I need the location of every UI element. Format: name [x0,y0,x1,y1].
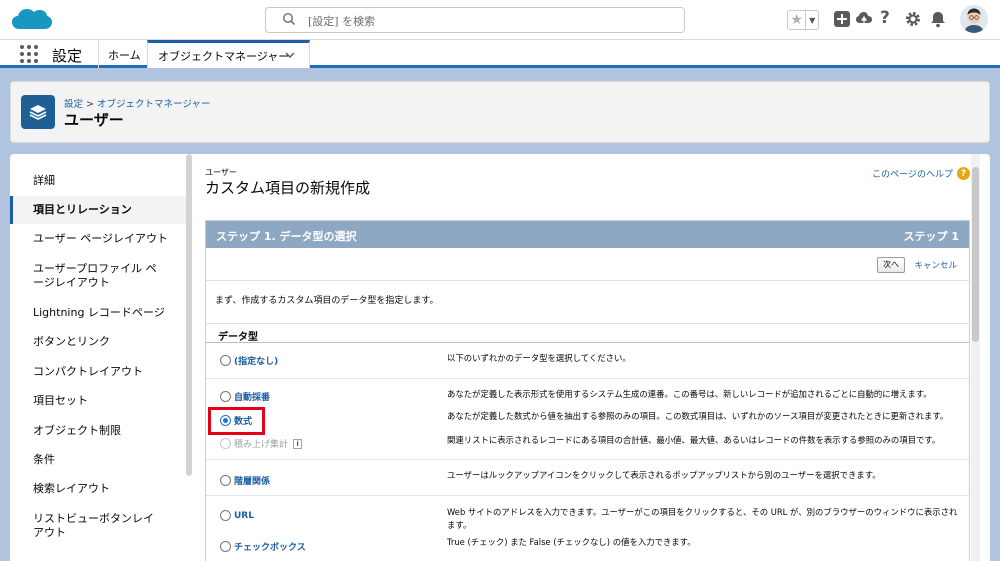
new-field-form: ステップ 1. データ型の選択 ステップ 1 次へ キャンセル まず、作成するカ… [205,220,970,561]
scrollbar-thumb[interactable] [972,167,979,342]
app-launcher-icon[interactable] [20,45,38,63]
radio-button[interactable] [220,355,231,366]
option-label: 積み上げ集計 [234,440,289,450]
highlight-box [208,407,265,435]
option-description: ユーザーはルックアップアイコンをクリックして表示されるポップアップリストから別の… [447,470,881,480]
favorites-button[interactable]: ★ ▼ [787,10,819,30]
star-icon[interactable]: ★ [788,11,807,29]
avatar[interactable] [960,5,988,33]
option-description: 関連リストに表示されるレコードにある項目の合計値、最小値、最大値、あるいはレコー… [447,435,941,445]
trailhead-icon[interactable] [855,10,873,28]
option-description: あなたが定義した表示形式を使用するシステム生成の連番。この番号は、新しいレコード… [447,389,932,399]
layers-icon [21,95,55,129]
sidebar-item-compact-layouts[interactable]: コンパクトレイアウト [10,365,186,379]
option-label: URL [234,510,254,521]
radio-option-url[interactable]: URL [220,510,254,521]
step-title: ステップ 1. データ型の選択 [216,230,357,243]
main-panel: 詳細 項目とリレーション ユーザー ページレイアウト ユーザープロファイル ペー… [10,154,990,561]
search-input[interactable]: [設定] を検索 [308,13,375,29]
radio-option-hierarchy[interactable]: 階層関係 [220,474,270,487]
global-header: [設定] を検索 ★ ▼ ? [0,0,1000,40]
radio-button-disabled [220,438,231,449]
breadcrumb: 設定 > オブジェクトマネージャー [64,96,210,110]
sidebar-item-conditions[interactable]: 条件 [10,453,186,467]
sidebar-item-field-sets[interactable]: 項目セット [10,394,186,408]
sidebar-item-fields[interactable]: 項目とリレーション [10,196,186,224]
radio-option-checkbox[interactable]: チェックボックス [220,540,306,553]
app-name: 設定 [52,47,83,65]
option-description: あなたが定義した数式から値を抽出する参照のみの項目。この数式項目は、いずれかのソ… [447,411,949,421]
list-item: 自動採番 あなたが定義した表示形式を使用するシステム生成の連番。この番号は、新し… [206,379,969,460]
tab-home[interactable]: ホーム [108,47,141,63]
radio-button[interactable] [220,510,231,521]
sidebar-item-object-limits[interactable]: オブジェクト制限 [10,424,186,438]
help-link[interactable]: このページのヘルプ ? [872,167,970,180]
sidebar-scrollbar[interactable] [186,154,192,476]
button-row: 次へ キャンセル [206,248,969,281]
global-actions-icon[interactable] [833,10,851,28]
content-area: ユーザー カスタム項目の新規作成 このページのヘルプ ? ステップ 1. データ… [205,154,970,561]
help-icon[interactable]: ? [880,8,898,28]
content-title: カスタム項目の新規作成 [205,179,371,197]
app-navigation: 設定 ホーム オブジェクトマネージャー [0,40,1000,68]
option-description: True (チェック) また False (チェックなし) の値を入力できます。 [447,537,696,547]
sidebar-item-lightning-record-pages[interactable]: Lightning レコードページ [10,306,186,320]
object-header: 設定 > オブジェクトマネージャー ユーザー [10,81,990,143]
step-number: ステップ 1 [903,230,959,243]
option-description: 以下のいずれかのデータ型を選択してください。 [447,353,631,363]
next-button[interactable]: 次へ [877,257,905,273]
list-item: URL Web サイトのアドレスを入力できます。ユーザーがこの項目をクリックする… [206,496,969,561]
sidebar: 詳細 項目とリレーション ユーザー ページレイアウト ユーザープロファイル ペー… [10,154,186,561]
radio-option-rollup: 積み上げ集計 i [220,437,303,450]
page-title: ユーザー [64,111,124,129]
option-label: チェックボックス [234,543,306,553]
chevron-down-icon[interactable] [285,51,295,59]
bell-icon[interactable] [929,10,947,28]
radio-option-autonumber[interactable]: 自動採番 [220,390,270,403]
question-icon[interactable]: ? [957,167,970,180]
list-item: (指定なし) 以下のいずれかのデータ型を選択してください。 [206,343,969,379]
chevron-down-icon[interactable]: ▼ [806,11,818,29]
sidebar-item-buttons-links[interactable]: ボタンとリンク [10,335,186,349]
nav-divider [98,40,99,68]
global-search[interactable]: [設定] を検索 [265,7,685,33]
sidebar-item-profile-page-layouts[interactable]: ユーザープロファイル ページレイアウト [10,262,160,290]
help-link-label[interactable]: このページのヘルプ [872,167,953,180]
info-icon[interactable]: i [293,438,303,449]
radio-button[interactable] [220,391,231,402]
option-label: (指定なし) [234,357,279,367]
intro-text: まず、作成するカスタム項目のデータ型を指定します。 [215,296,439,306]
sidebar-item-list-view-buttons[interactable]: リストビューボタンレイアウト [10,512,160,540]
content-scrollbar[interactable] [971,154,980,561]
radio-button[interactable] [220,475,231,486]
gear-icon[interactable] [904,10,922,28]
tab-object-manager[interactable]: オブジェクトマネージャー [147,40,310,68]
salesforce-logo[interactable] [10,5,54,35]
step-header: ステップ 1. データ型の選択 ステップ 1 [206,221,969,248]
option-label: 階層関係 [234,477,271,487]
tab-object-manager-label: オブジェクトマネージャー [158,50,290,63]
option-label: 自動採番 [234,393,271,403]
sidebar-item-search-layouts[interactable]: 検索レイアウト [10,482,186,496]
list-item: 階層関係 ユーザーはルックアップアイコンをクリックして表示されるポップアップリス… [206,460,969,496]
radio-button[interactable] [220,541,231,552]
section-title: データ型 [206,323,969,343]
option-description: Web サイトのアドレスを入力できます。ユーザーがこの項目をクリックすると、その… [447,507,958,530]
cancel-link[interactable]: キャンセル [914,259,957,271]
radio-option-none[interactable]: (指定なし) [220,354,278,367]
sidebar-item-page-layouts[interactable]: ユーザー ページレイアウト [10,232,186,246]
sidebar-item-details[interactable]: 詳細 [10,174,186,188]
search-icon [282,12,296,26]
